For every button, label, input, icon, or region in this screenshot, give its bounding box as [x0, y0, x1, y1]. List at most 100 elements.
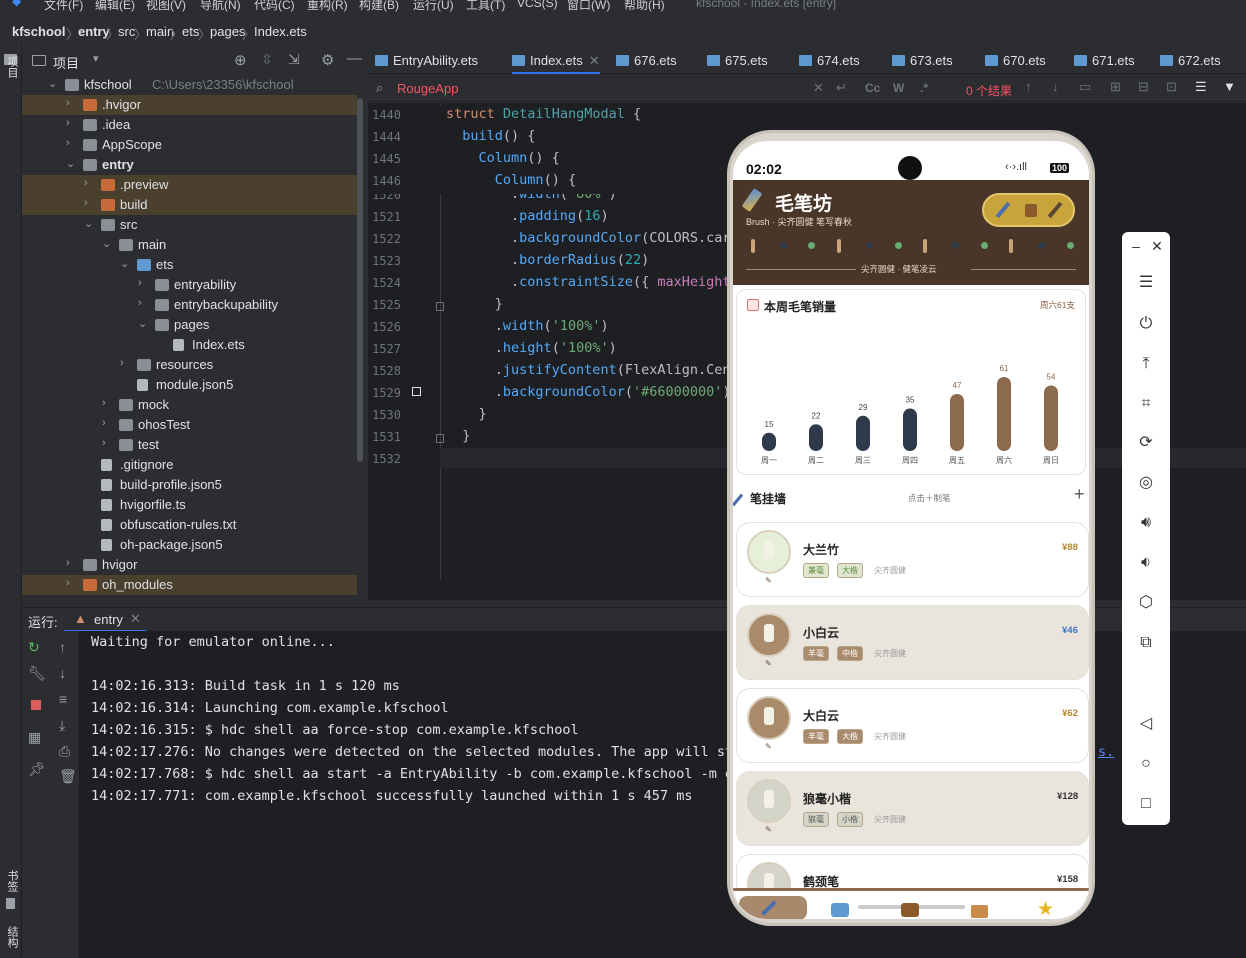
bookmark-icon[interactable]	[6, 898, 15, 909]
tree-item[interactable]: oh-package.json5	[22, 535, 357, 555]
run-config-tab[interactable]: entry	[94, 612, 123, 627]
rotate-icon[interactable]: ⟳	[1136, 433, 1156, 453]
filter-lines-icon[interactable]: ☰	[1195, 79, 1207, 95]
tree-item[interactable]: obfuscation-rules.txt	[22, 515, 357, 535]
chevron-right-icon[interactable]: ›	[138, 297, 142, 309]
chevron-right-icon[interactable]: ›	[138, 277, 142, 289]
tree-item[interactable]: › .idea	[22, 115, 357, 135]
scroll-up-icon[interactable]: ↑	[59, 639, 66, 655]
editor-tab[interactable]: 673.ets	[892, 48, 953, 74]
nav-item-shop[interactable]	[901, 903, 919, 917]
chevron-right-icon[interactable]: ›	[102, 437, 106, 449]
back-icon[interactable]: ◁	[1136, 714, 1156, 734]
menu-item[interactable]: 导航(N)	[200, 0, 241, 12]
pin-top-icon[interactable]: ⤒	[1136, 354, 1156, 374]
chevron-down-icon[interactable]: ⌄	[48, 77, 57, 90]
chevron-right-icon[interactable]: ›	[66, 97, 70, 109]
chevron-down-icon[interactable]: ⌄	[120, 257, 129, 270]
code-line[interactable]: .backgroundColor(COLORS.cardB	[446, 230, 747, 246]
print-icon[interactable]: ⎙	[59, 743, 70, 760]
nav-item-favorites[interactable]: ★	[1037, 898, 1054, 919]
power-icon[interactable]: ⏻	[1136, 314, 1156, 334]
chevron-right-icon[interactable]: ›	[102, 417, 106, 429]
tree-item[interactable]: › oh_modules	[22, 575, 357, 595]
tree-item[interactable]: ⌄ ets	[22, 255, 357, 275]
tree-item[interactable]: › ohosTest	[22, 415, 357, 435]
volume-down-icon[interactable]: 🔉︎	[1136, 553, 1156, 573]
menu-item[interactable]: 代码(C)	[254, 0, 295, 12]
stop-icon[interactable]	[31, 700, 41, 710]
breadcrumb-item[interactable]: src	[118, 24, 135, 39]
regex-toggle[interactable]: .*	[920, 81, 928, 95]
editor-tab[interactable]: 672.ets	[1160, 48, 1221, 74]
volume-up-icon[interactable]: 🔊︎	[1136, 513, 1156, 533]
project-tool-label[interactable]: 项目	[4, 56, 20, 78]
code-line[interactable]: .padding(16)	[446, 208, 609, 224]
wrench-icon[interactable]: 🔧︎	[28, 665, 46, 682]
tree-item[interactable]: build-profile.json5	[22, 475, 357, 495]
editor-tab[interactable]: 670.ets	[985, 48, 1046, 74]
menu-icon[interactable]: ☰	[1136, 273, 1156, 293]
hide-panel-icon[interactable]: —	[347, 50, 362, 67]
chevron-down-icon[interactable]: ▾	[93, 52, 99, 65]
editor-tab[interactable]: 671.ets	[1074, 48, 1135, 74]
breakpoint-marker[interactable]	[412, 387, 421, 396]
crop-icon[interactable]: ⌗	[1136, 394, 1156, 414]
tree-item[interactable]: › .preview	[22, 175, 357, 195]
pin-icon[interactable]: 📌︎	[28, 761, 46, 778]
clear-search-icon[interactable]: ✕	[813, 80, 824, 96]
close-tab-icon[interactable]: ✕	[589, 53, 600, 68]
scroll-down-icon[interactable]: ↓	[59, 665, 66, 681]
tree-item[interactable]: ⌄ kfschool C:\Users\23356\kfschool	[22, 75, 357, 95]
locate-icon[interactable]: ⊕	[234, 51, 247, 69]
fold-icon[interactable]: ⬡	[1136, 593, 1156, 613]
console-link[interactable]: s.	[1098, 744, 1114, 760]
tree-item[interactable]: › hvigor	[22, 555, 357, 575]
project-panel-title[interactable]: 项目	[53, 53, 79, 72]
tree-item[interactable]: ⌄ main	[22, 235, 357, 255]
prev-match-icon[interactable]: ↑	[1025, 79, 1032, 94]
chevron-right-icon[interactable]: ›	[120, 357, 124, 369]
fold-marker-icon[interactable]	[436, 302, 444, 311]
nav-item-ink[interactable]	[831, 903, 849, 917]
search-input[interactable]: RougeApp	[397, 81, 458, 96]
close-run-tab-icon[interactable]: ✕	[130, 611, 141, 627]
tree-item[interactable]: › build	[22, 195, 357, 215]
menu-item[interactable]: 重构(R)	[307, 0, 348, 12]
soft-wrap-icon[interactable]: ≡	[59, 691, 67, 707]
nav-item-box[interactable]	[971, 905, 988, 918]
breadcrumb-item[interactable]: kfschool	[12, 24, 65, 39]
menu-item[interactable]: 窗口(W)	[567, 0, 610, 12]
menu-item[interactable]: 构建(B)	[359, 0, 399, 12]
breadcrumb-item[interactable]: ets	[182, 24, 199, 39]
whole-word-toggle[interactable]: W	[893, 81, 904, 95]
sticky-code-line[interactable]: Column() {	[446, 172, 576, 188]
match-case-toggle[interactable]: Cc	[865, 81, 880, 95]
chevron-right-icon[interactable]: ›	[84, 197, 88, 209]
next-match-icon[interactable]: ↓	[1052, 79, 1059, 94]
tree-item[interactable]: module.json5	[22, 375, 357, 395]
menu-item[interactable]: 工具(T)	[466, 0, 505, 12]
sticky-code-line[interactable]: Column() {	[446, 150, 560, 166]
chevron-right-icon[interactable]: ›	[66, 137, 70, 149]
editor-tab[interactable]: 675.ets	[707, 48, 768, 74]
tree-item[interactable]: › entryability	[22, 275, 357, 295]
tree-item[interactable]: › mock	[22, 395, 357, 415]
scroll-end-icon[interactable]: ⤓	[59, 717, 65, 734]
trash-icon[interactable]: 🗑︎	[59, 768, 77, 785]
menu-item[interactable]: 帮助(H)	[624, 0, 665, 12]
editor-tab[interactable]: Index.ets ✕	[512, 48, 600, 74]
filter-icon[interactable]: ▼	[1223, 79, 1236, 94]
add-selection-icon[interactable]: ⊞	[1110, 79, 1121, 95]
chevron-down-icon[interactable]: ⌄	[102, 237, 111, 250]
menu-item[interactable]: 编辑(E)	[95, 0, 135, 12]
phone-screen[interactable]: 02:02 ‹·›.ıll 100 毛笔坊 Brush · 尖齐圆健 笔写春秋 …	[733, 141, 1089, 919]
expand-all-icon[interactable]: ⇳	[261, 51, 273, 68]
structure-tool-label[interactable]: 结构	[4, 926, 20, 948]
home-icon[interactable]: ○	[1136, 754, 1156, 774]
chevron-right-icon[interactable]: ›	[66, 117, 70, 129]
code-line[interactable]: }	[446, 296, 503, 312]
multi-screen-icon[interactable]: ⧉	[1136, 633, 1156, 653]
chevron-right-icon[interactable]: ›	[84, 177, 88, 189]
recents-icon[interactable]: □	[1136, 794, 1156, 814]
